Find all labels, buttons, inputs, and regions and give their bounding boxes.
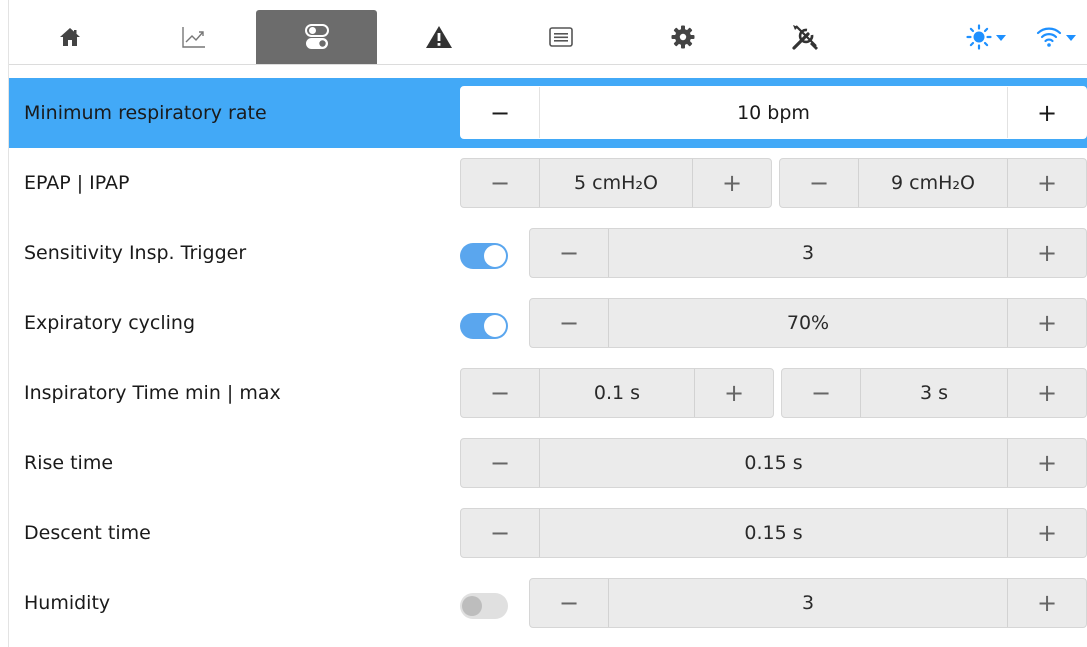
setting-label: Expiratory cycling (24, 312, 196, 334)
stepper-value: 9 cmH₂O (858, 159, 1008, 207)
gear-icon (671, 25, 694, 49)
decrement-button[interactable]: − (461, 159, 539, 207)
stepper-value: 3 s (860, 369, 1008, 417)
ipap-stepper: − 9 cmH₂O + (779, 158, 1087, 208)
chevron-down-icon (996, 35, 1006, 41)
toggle-knob (462, 596, 482, 616)
warning-icon (425, 26, 452, 48)
sensitivity-stepper: − 3 + (529, 228, 1087, 278)
epap-stepper: − 5 cmH₂O + (460, 158, 772, 208)
stepper-value: 0.15 s (539, 439, 1008, 487)
setting-row-inspiratory-time[interactable]: Inspiratory Time min | max − 0.1 s + − 3… (9, 358, 1087, 428)
tab-trends[interactable] (133, 10, 254, 64)
brightness-icon (966, 24, 992, 50)
stepper-value: 0.15 s (539, 509, 1008, 557)
decrement-button[interactable]: − (780, 159, 858, 207)
inspiratory-time-min-stepper: − 0.1 s + (460, 368, 774, 418)
increment-button[interactable]: + (1008, 229, 1086, 277)
decrement-button[interactable]: − (461, 509, 539, 557)
expiratory-cycling-toggle[interactable] (460, 313, 508, 339)
expiratory-cycling-stepper: − 70% + (529, 298, 1087, 348)
toggle-knob (484, 245, 506, 267)
stepper-value: 3 (608, 579, 1008, 627)
stepper-value: 70% (608, 299, 1008, 347)
toggle-switch-icon (304, 24, 329, 49)
tab-alarms[interactable] (378, 10, 499, 64)
brightness-menu[interactable] (966, 10, 1006, 64)
setting-row-sensitivity-insp-trigger[interactable]: Sensitivity Insp. Trigger − 3 + (9, 218, 1087, 288)
setting-label: Inspiratory Time min | max (24, 382, 281, 404)
setting-label: Humidity (24, 592, 111, 614)
sensitivity-toggle[interactable] (460, 243, 508, 269)
stepper-value: 10 bpm (539, 87, 1008, 138)
tab-tools[interactable] (744, 10, 865, 64)
decrement-button[interactable]: − (461, 87, 539, 138)
top-navigation (9, 10, 1087, 65)
stepper-value: 3 (608, 229, 1008, 277)
increment-button[interactable]: + (1008, 509, 1086, 557)
wifi-menu[interactable] (1036, 10, 1076, 64)
humidity-stepper: − 3 + (529, 578, 1087, 628)
minimum-respiratory-rate-stepper: − 10 bpm + (460, 86, 1087, 139)
chevron-down-icon (1066, 35, 1076, 41)
setting-row-descent-time[interactable]: Descent time − 0.15 s + (9, 498, 1087, 568)
tab-home[interactable] (9, 10, 130, 64)
rise-time-stepper: − 0.15 s + (460, 438, 1087, 488)
increment-button[interactable]: + (1008, 159, 1086, 207)
tab-logs[interactable] (500, 10, 621, 64)
decrement-button[interactable]: − (530, 299, 608, 347)
inspiratory-time-max-stepper: − 3 s + (781, 368, 1087, 418)
setting-label: EPAP | IPAP (24, 172, 130, 194)
decrement-button[interactable]: − (461, 439, 539, 487)
home-icon (59, 28, 80, 46)
decrement-button[interactable]: − (782, 369, 860, 417)
setting-label: Rise time (24, 452, 114, 474)
setting-row-rise-time[interactable]: Rise time − 0.15 s + (9, 428, 1087, 498)
stepper-value: 5 cmH₂O (539, 159, 693, 207)
increment-button[interactable]: + (693, 159, 771, 207)
list-icon (548, 27, 573, 47)
tab-configuration[interactable] (622, 10, 743, 64)
humidity-toggle[interactable] (460, 593, 508, 619)
increment-button[interactable]: + (1008, 369, 1086, 417)
setting-label: Descent time (24, 522, 151, 544)
increment-button[interactable]: + (1008, 299, 1086, 347)
decrement-button[interactable]: − (461, 369, 539, 417)
tab-settings[interactable] (256, 10, 377, 64)
increment-button[interactable]: + (695, 369, 773, 417)
setting-row-epap-ipap[interactable]: EPAP | IPAP − 5 cmH₂O + − 9 cmH₂O + (9, 148, 1087, 218)
stepper-value: 0.1 s (539, 369, 695, 417)
toggle-knob (484, 315, 506, 337)
decrement-button[interactable]: − (530, 579, 608, 627)
setting-label: Minimum respiratory rate (24, 102, 267, 124)
wifi-icon (1036, 27, 1062, 47)
increment-button[interactable]: + (1008, 579, 1086, 627)
chart-icon (181, 27, 205, 48)
increment-button[interactable]: + (1008, 87, 1086, 138)
app-frame: Minimum respiratory rate − 10 bpm + EPAP… (8, 0, 1087, 647)
increment-button[interactable]: + (1008, 439, 1086, 487)
setting-row-expiratory-cycling[interactable]: Expiratory cycling − 70% + (9, 288, 1087, 358)
decrement-button[interactable]: − (530, 229, 608, 277)
setting-row-minimum-respiratory-rate[interactable]: Minimum respiratory rate − 10 bpm + (9, 78, 1087, 148)
descent-time-stepper: − 0.15 s + (460, 508, 1087, 558)
setting-label: Sensitivity Insp. Trigger (24, 242, 247, 264)
setting-row-humidity[interactable]: Humidity − 3 + (9, 568, 1087, 638)
tools-icon (791, 25, 818, 50)
